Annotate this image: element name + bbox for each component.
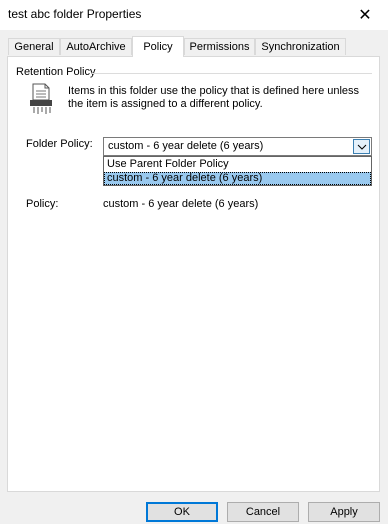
tab-general[interactable]: General	[8, 38, 60, 55]
folder-policy-value: custom - 6 year delete (6 years)	[108, 140, 264, 152]
tab-label: AutoArchive	[66, 41, 126, 53]
policy-label: Policy:	[26, 198, 59, 210]
folder-policy-select[interactable]: custom - 6 year delete (6 years)	[103, 137, 372, 156]
tab-strip: General AutoArchive Policy Permissions S…	[8, 36, 380, 57]
chevron-down-icon[interactable]	[353, 139, 370, 154]
tab-policy[interactable]: Policy	[132, 36, 184, 57]
shredder-icon	[30, 83, 52, 114]
cancel-button[interactable]: Cancel	[227, 502, 299, 522]
tab-label: Permissions	[189, 41, 250, 53]
folder-policy-dropdown: Use Parent Folder Policy custom - 6 year…	[103, 156, 372, 186]
close-icon[interactable]: ✕	[342, 0, 388, 30]
policy-panel: Retention Policy Items in this folder us…	[7, 56, 380, 492]
tab-permissions[interactable]: Permissions	[184, 38, 255, 55]
cancel-label: Cancel	[245, 506, 281, 518]
tab-label: General	[14, 41, 54, 53]
title-bar: test abc folder Properties ✕	[0, 0, 388, 30]
ok-label: OK	[174, 506, 190, 518]
apply-label: Apply	[330, 506, 358, 518]
tab-autoarchive[interactable]: AutoArchive	[60, 38, 132, 55]
ok-button[interactable]: OK	[146, 502, 218, 522]
window-title: test abc folder Properties	[8, 7, 142, 21]
tab-synchronization[interactable]: Synchronization	[255, 38, 346, 55]
apply-button[interactable]: Apply	[308, 502, 380, 522]
dropdown-option-custom[interactable]: custom - 6 year delete (6 years)	[104, 172, 371, 185]
tab-label: Policy	[143, 41, 173, 53]
policy-value: custom - 6 year delete (6 years)	[103, 198, 259, 210]
group-label: Retention Policy	[16, 66, 96, 78]
folder-policy-label: Folder Policy:	[26, 138, 93, 150]
policy-description: Items in this folder use the policy that…	[68, 85, 360, 110]
group-divider	[92, 73, 372, 74]
tab-label: Synchronization	[261, 41, 340, 53]
dropdown-option-parent[interactable]: Use Parent Folder Policy	[104, 158, 371, 171]
